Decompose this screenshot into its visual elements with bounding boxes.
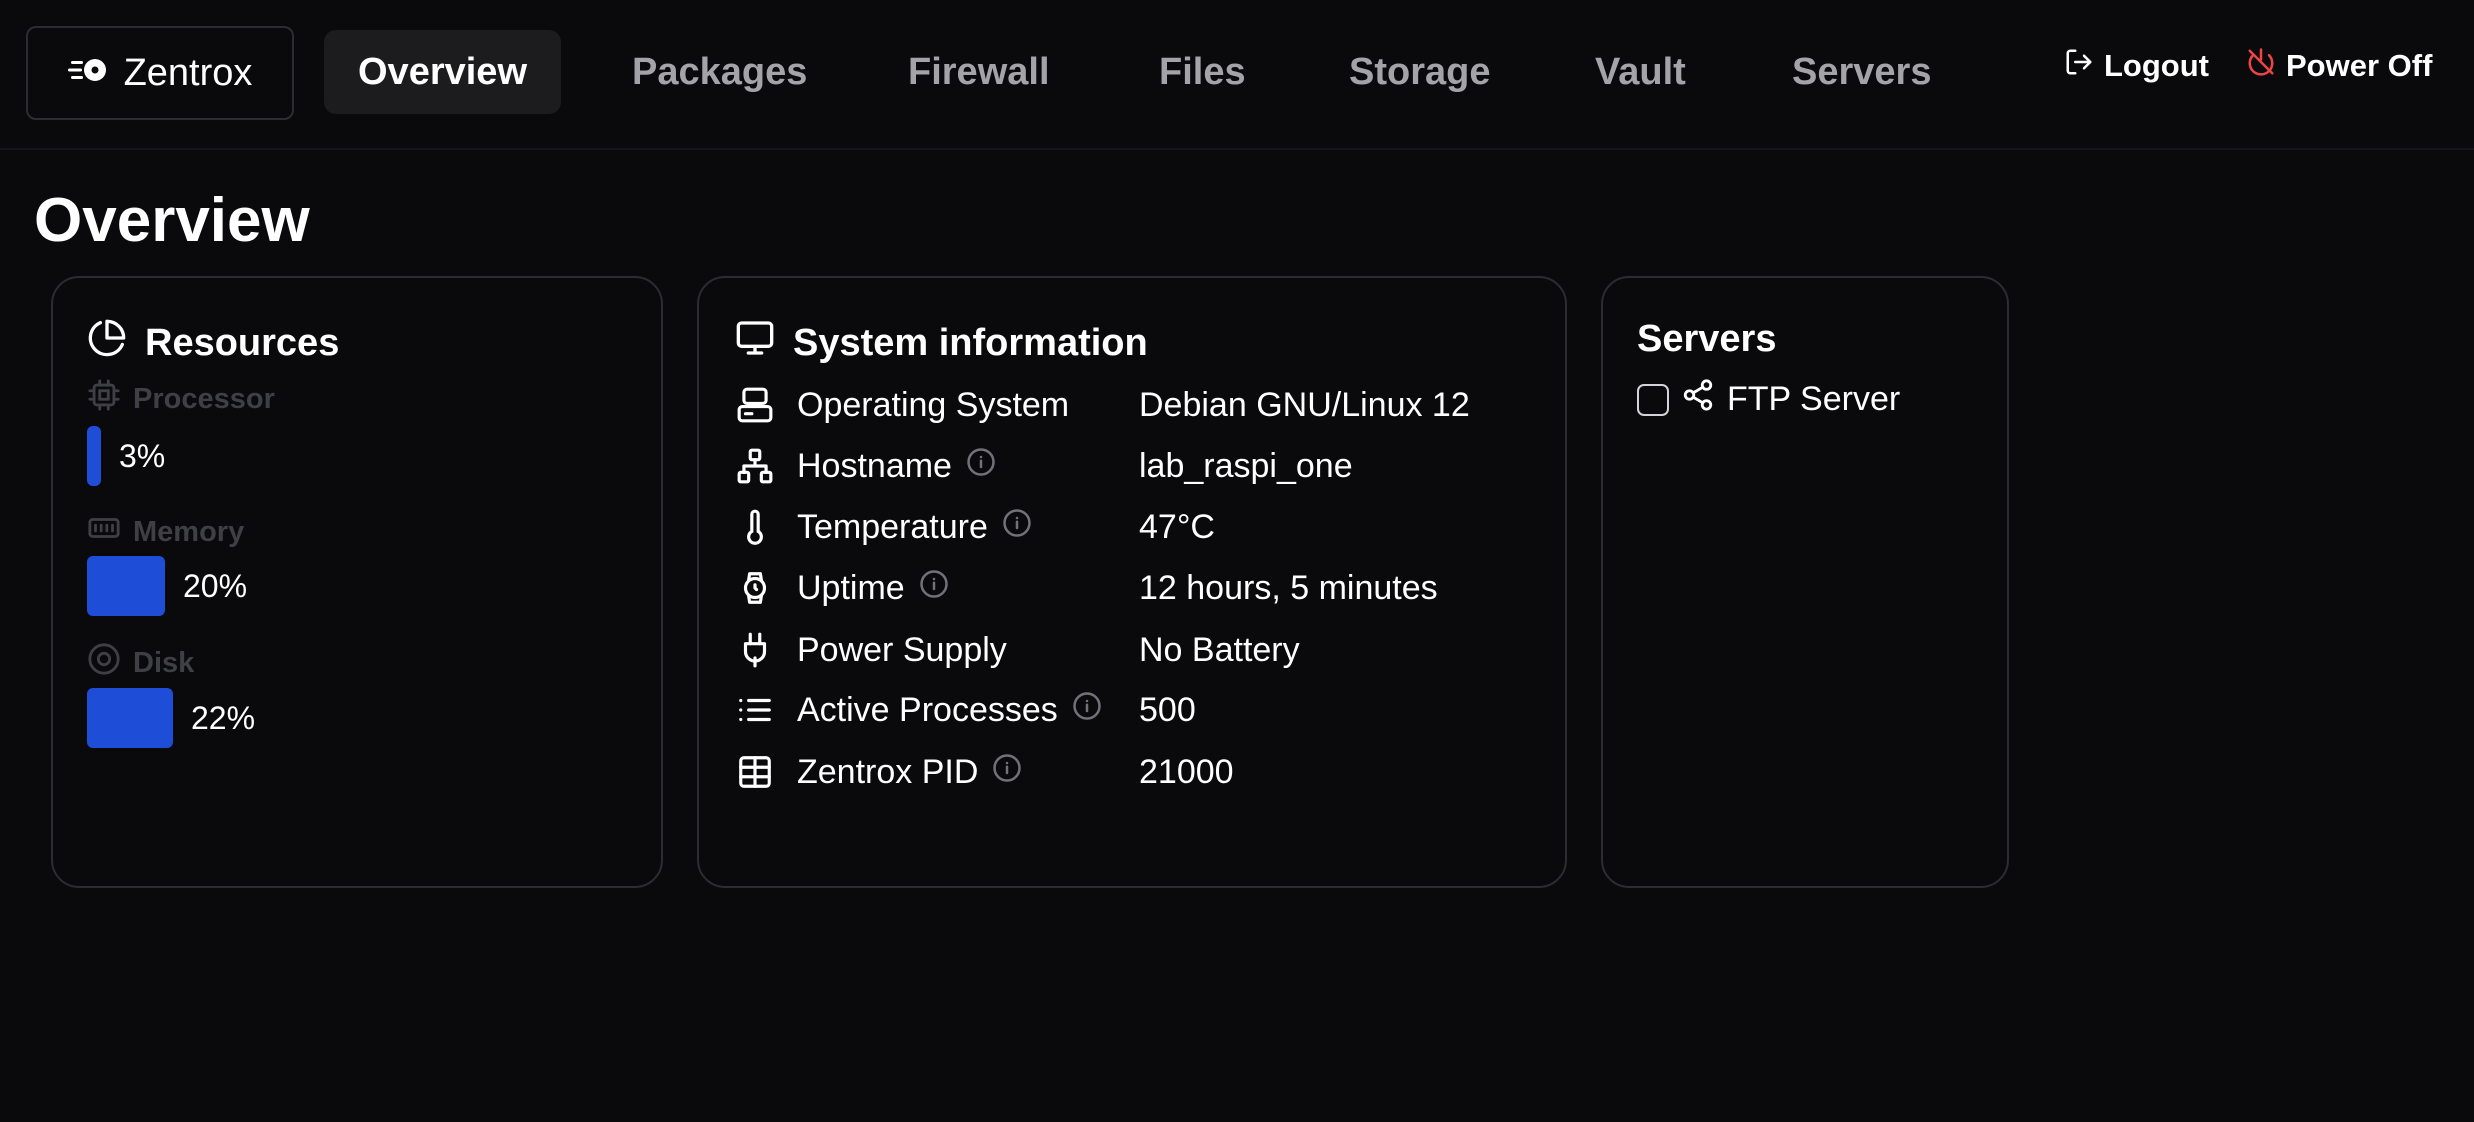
- info-value-uptime: 12 hours, 5 minutes: [1139, 568, 1438, 607]
- processor-usage: 3%: [87, 426, 165, 486]
- brand-name: Zentrox: [123, 51, 253, 94]
- info-circle-icon[interactable]: [992, 753, 1022, 792]
- pie-chart-icon: [87, 318, 127, 368]
- list-icon: [735, 690, 775, 730]
- info-label-operating-system: Operating System: [797, 386, 1069, 425]
- memory-label-text: Memory: [133, 515, 245, 548]
- nav-tab-overview[interactable]: Overview: [324, 30, 561, 114]
- logout-button[interactable]: Logout: [2064, 44, 2209, 88]
- server-icon: [735, 385, 775, 425]
- processor-usage-bar: [87, 426, 101, 486]
- info-row-temperature: Temperature 47°C: [735, 502, 1555, 552]
- info-circle-icon[interactable]: [966, 447, 996, 486]
- top-navigation-bar: Zentrox Overview Packages Firewall Files…: [0, 0, 2474, 150]
- servers-card: Servers FTP Server: [1601, 276, 2009, 888]
- disk-usage: 22%: [87, 688, 255, 748]
- info-value-operating-system: Debian GNU/Linux 12: [1139, 385, 1470, 424]
- disk-usage-value: 22%: [191, 699, 256, 736]
- operating-system-label: Operating System: [797, 385, 1070, 424]
- power-off-icon: [2246, 47, 2276, 85]
- watch-icon: [735, 568, 775, 608]
- disk-label: Disk: [87, 642, 194, 684]
- plug-icon: [735, 630, 775, 670]
- memory-usage-value: 20%: [183, 567, 248, 604]
- info-circle-icon[interactable]: [919, 569, 949, 608]
- nav-tab-packages[interactable]: Packages: [632, 30, 807, 114]
- info-label-power-supply: Power Supply: [797, 631, 1007, 670]
- zentrox-pid-label: Zentrox PID: [797, 752, 979, 791]
- share-icon: [1681, 378, 1715, 421]
- processor-label-text: Processor: [133, 382, 275, 415]
- ftp-server-label: FTP Server: [1727, 380, 1901, 418]
- info-row-power-supply: Power Supply No Battery: [735, 625, 1555, 675]
- server-item-ftp: FTP Server: [1637, 378, 1900, 421]
- info-row-uptime: Uptime 12 hours, 5 minutes: [735, 563, 1555, 613]
- page-title: Overview: [34, 186, 310, 255]
- info-value-hostname: lab_raspi_one: [1139, 446, 1353, 485]
- uptime-label: Uptime: [797, 568, 905, 607]
- resources-card: Resources Processor 3% Memory 20% Disk 2…: [51, 276, 663, 888]
- servers-title: Servers: [1637, 318, 1777, 360]
- disk-usage-bar: [87, 688, 173, 748]
- network-icon: [735, 446, 775, 486]
- processor-usage-value: 3%: [119, 437, 166, 474]
- info-value-temperature: 47°C: [1139, 507, 1215, 546]
- system-information-card: System information Operating System Debi…: [697, 276, 1567, 888]
- thermometer-icon: [735, 507, 775, 547]
- nav-tab-files[interactable]: Files: [1159, 30, 1246, 114]
- disk-icon: [87, 642, 121, 684]
- table-icon: [735, 752, 775, 792]
- nav-tab-servers[interactable]: Servers: [1792, 30, 1931, 114]
- brand-button[interactable]: Zentrox: [26, 26, 294, 120]
- info-row-zentrox-pid: Zentrox PID 21000: [735, 747, 1555, 797]
- power-off-button[interactable]: Power Off: [2246, 44, 2432, 88]
- ftp-server-checkbox[interactable]: [1637, 383, 1669, 416]
- active-processes-label: Active Processes: [797, 690, 1058, 729]
- nav-tab-storage[interactable]: Storage: [1349, 30, 1490, 114]
- info-label-active-processes: Active Processes: [797, 691, 1102, 730]
- monitor-icon: [735, 318, 775, 368]
- processor-label: Processor: [87, 378, 275, 420]
- info-label-temperature: Temperature: [797, 508, 1032, 547]
- info-row-operating-system: Operating System Debian GNU/Linux 12: [735, 380, 1555, 430]
- cpu-icon: [87, 378, 121, 420]
- hostname-label: Hostname: [797, 446, 952, 485]
- resources-title: Resources: [87, 318, 339, 368]
- info-value-active-processes: 500: [1139, 690, 1196, 729]
- system-information-title-text: System information: [793, 321, 1148, 364]
- info-value-power-supply: No Battery: [1139, 630, 1300, 669]
- memory-usage-bar: [87, 556, 165, 616]
- logout-icon: [2064, 47, 2094, 85]
- temperature-label: Temperature: [797, 507, 988, 546]
- info-row-hostname: Hostname lab_raspi_one: [735, 441, 1555, 491]
- info-label-uptime: Uptime: [797, 569, 949, 608]
- logout-label: Logout: [2104, 48, 2210, 83]
- power-supply-label: Power Supply: [797, 630, 1007, 669]
- system-information-title: System information: [735, 318, 1148, 368]
- memory-label: Memory: [87, 511, 244, 553]
- disk-label-text: Disk: [133, 646, 195, 679]
- info-label-zentrox-pid: Zentrox PID: [797, 753, 1022, 792]
- info-circle-icon[interactable]: [1072, 691, 1102, 730]
- info-circle-icon[interactable]: [1002, 508, 1032, 547]
- power-off-label: Power Off: [2286, 48, 2433, 83]
- nav-tab-vault[interactable]: Vault: [1595, 30, 1686, 114]
- info-row-active-processes: Active Processes 500: [735, 685, 1555, 735]
- zentrox-logo-icon: [67, 52, 110, 95]
- memory-usage: 20%: [87, 556, 247, 616]
- resources-title-text: Resources: [145, 321, 340, 364]
- nav-tab-firewall[interactable]: Firewall: [908, 30, 1050, 114]
- info-value-zentrox-pid: 21000: [1139, 752, 1234, 791]
- memory-icon: [87, 511, 121, 553]
- info-label-hostname: Hostname: [797, 447, 996, 486]
